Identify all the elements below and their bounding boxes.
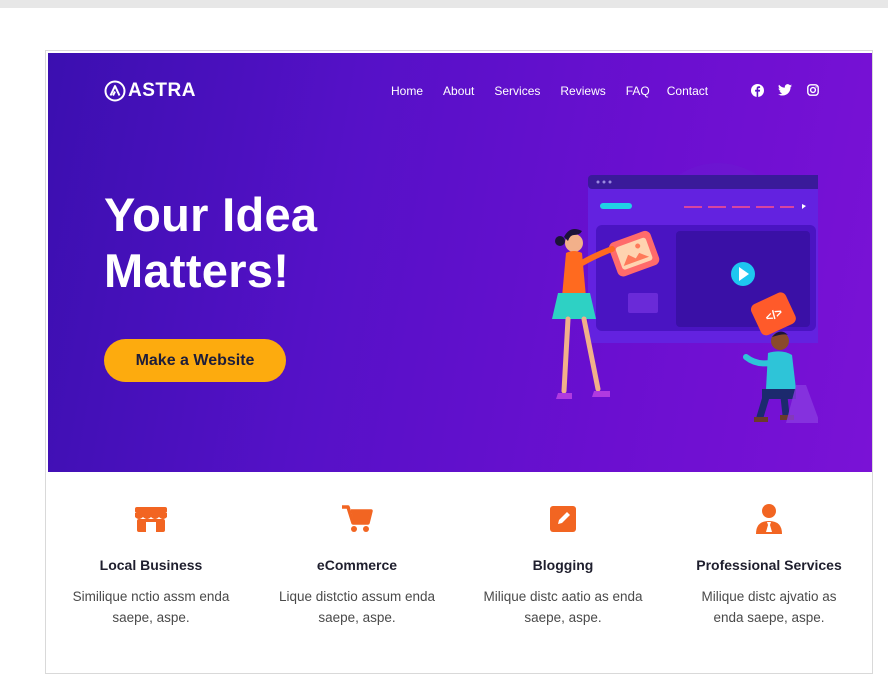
astra-logo-icon [104, 80, 126, 102]
store-icon [133, 501, 169, 537]
feature-text: Similique nctio assm enda saepe, aspe. [72, 589, 230, 625]
browser-top-bar [0, 0, 888, 8]
nav-home[interactable]: Home [391, 83, 423, 99]
page-preview-card: ASTRA Home About Services Reviews FAQ Co… [45, 50, 873, 674]
hero-headline-line2: Matters! [104, 244, 290, 297]
features-section: Local Business Similique nctio assm enda… [48, 472, 872, 673]
professional-icon [751, 501, 787, 537]
feature-title: Local Business [99, 557, 203, 573]
nav-reviews[interactable]: Reviews [560, 83, 605, 99]
hero-illustration: </> [552, 163, 818, 423]
feature-text: Milique distc aatio as enda saepe, aspe. [483, 589, 643, 625]
main-nav: Home About Services Reviews FAQ Contact [391, 83, 728, 99]
twitter-icon[interactable] [778, 83, 792, 97]
hero-headline: Your Idea Matters! [104, 187, 317, 299]
instagram-icon[interactable] [806, 83, 820, 97]
social-links [750, 83, 820, 97]
edit-icon [545, 501, 581, 537]
nav-about[interactable]: About [443, 83, 474, 99]
feature-title: Professional Services [696, 557, 842, 573]
nav-services[interactable]: Services [494, 83, 540, 99]
facebook-icon[interactable] [750, 83, 764, 97]
feature-blogging: Blogging Milique distc aatio as enda sae… [460, 472, 666, 673]
feature-text: Milique distc ajvatio as enda saepe, asp… [701, 589, 837, 625]
feature-title: eCommerce [316, 557, 398, 573]
nav-contact[interactable]: Contact [667, 83, 708, 99]
make-website-button[interactable]: Make a Website [104, 339, 286, 382]
feature-local-business: Local Business Similique nctio assm enda… [48, 472, 254, 673]
brand-logo[interactable]: ASTRA [104, 80, 196, 102]
brand-name: ASTRA [128, 80, 196, 101]
hero-headline-line1: Your Idea [104, 188, 318, 241]
nav-faq[interactable]: FAQ [626, 83, 650, 99]
cart-icon [339, 501, 375, 537]
feature-title: Blogging [532, 557, 594, 573]
feature-ecommerce: eCommerce Lique distctio assum enda saep… [254, 472, 460, 673]
feature-text: Lique distctio assum enda saepe, aspe. [278, 589, 436, 625]
feature-professional-services: Professional Services Milique distc ajva… [666, 472, 872, 673]
hero-section: ASTRA Home About Services Reviews FAQ Co… [48, 53, 872, 472]
